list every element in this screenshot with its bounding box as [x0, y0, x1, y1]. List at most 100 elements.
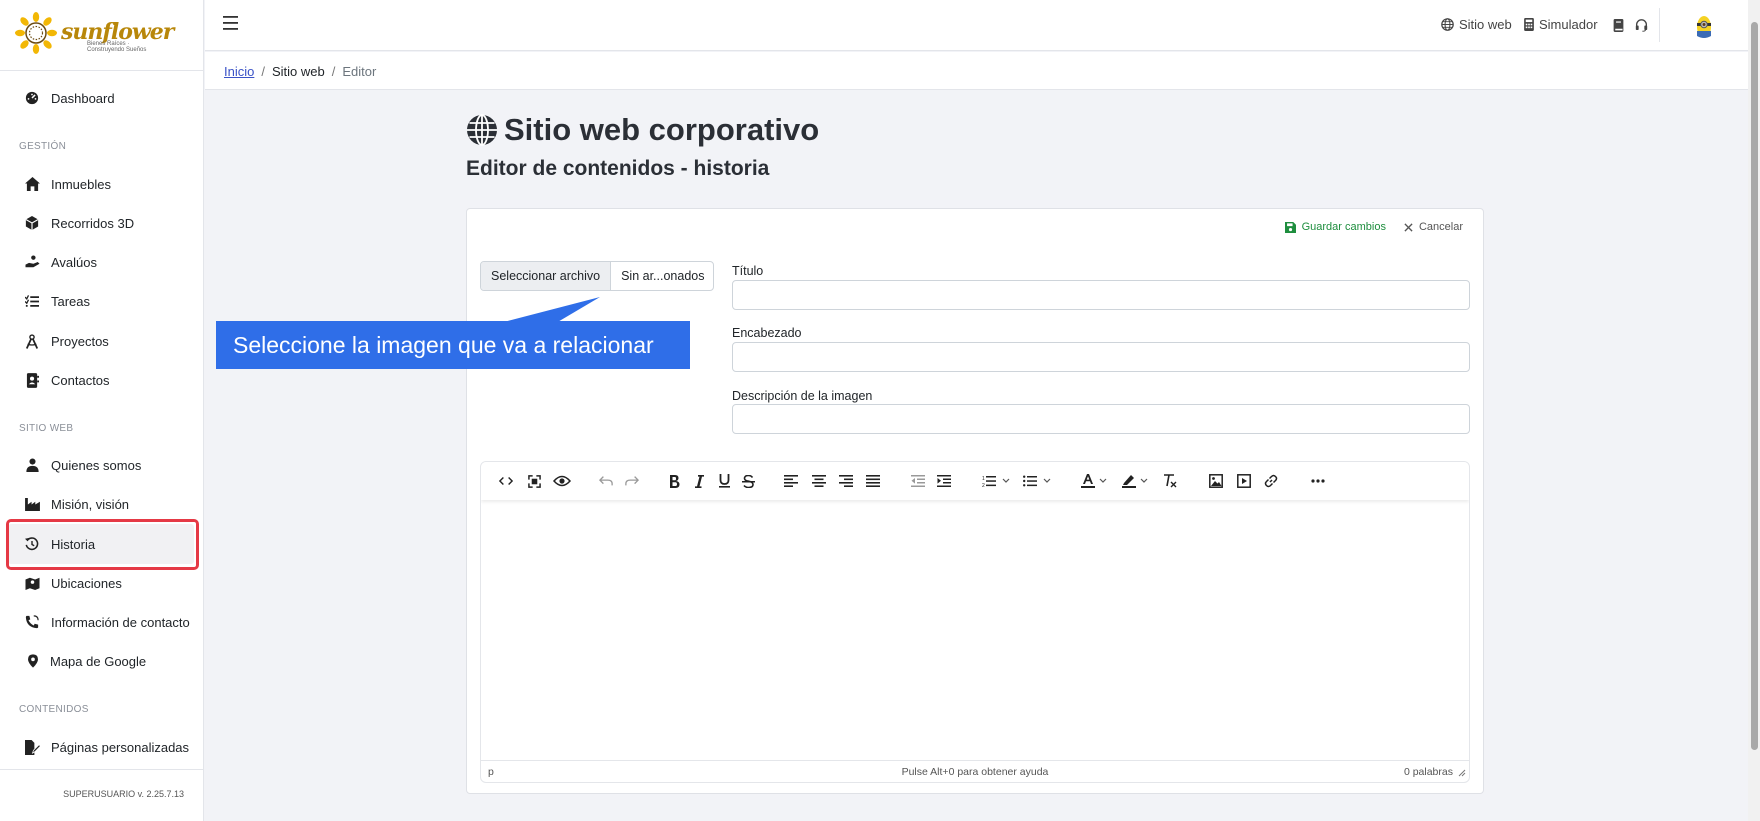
sidebar-item-informacion-contacto[interactable]: Información de contacto: [0, 606, 204, 638]
compass-drafting-icon: [23, 332, 41, 350]
sidebar-item-tareas[interactable]: Tareas: [0, 285, 204, 317]
page-subtitle: Editor de contenidos - historia: [466, 157, 770, 180]
numbered-list-icon[interactable]: 12: [981, 472, 1013, 490]
sidebar-item-paginas-personalizadas[interactable]: Páginas personalizadas: [0, 731, 204, 763]
card-actions: Guardar cambios Cancelar: [1284, 221, 1463, 233]
sidebar-item-mapa-google[interactable]: Mapa de Google: [0, 645, 204, 677]
media-icon[interactable]: [1236, 472, 1252, 490]
instruction-callout: Seleccione la imagen que va a relacionar: [216, 321, 690, 369]
align-center-icon[interactable]: [811, 472, 827, 490]
user-avatar[interactable]: [1693, 14, 1715, 40]
page-scrollbar[interactable]: [1748, 0, 1760, 821]
bold-icon[interactable]: [666, 472, 682, 490]
link-icon[interactable]: [1263, 472, 1279, 490]
text-color-icon[interactable]: [1080, 472, 1112, 490]
image-file-input[interactable]: Seleccionar archivo Sin ar...onados: [480, 261, 714, 291]
sidebar-item-label: Información de contacto: [51, 614, 190, 630]
align-left-icon[interactable]: [783, 472, 799, 490]
save-button-label: Guardar cambios: [1301, 221, 1386, 233]
fullscreen-icon[interactable]: [525, 472, 543, 490]
sidebar-item-label: Recorridos 3D: [51, 215, 135, 231]
align-justify-icon[interactable]: [865, 472, 881, 490]
indent-icon[interactable]: [936, 472, 952, 490]
encabezado-label: Encabezado: [732, 326, 802, 340]
svg-text:1: 1: [982, 476, 985, 482]
file-pen-icon: [23, 738, 41, 756]
italic-icon[interactable]: [692, 472, 706, 490]
sunflower-logo[interactable]: sunflower Bienes Raíces · Construyendo S…: [15, 12, 174, 54]
calculator-icon: [1524, 18, 1534, 31]
topbar: Sitio web Simulador: [205, 0, 1748, 51]
rich-text-editor: 12 p Pulse Alt+0 para obtener ayuda 0 pa…: [480, 461, 1470, 783]
home-icon: [23, 175, 41, 193]
cancel-button[interactable]: Cancelar: [1404, 221, 1463, 233]
preview-icon[interactable]: [551, 472, 573, 490]
breadcrumb-bar: Inicio / Sitio web / Editor: [205, 52, 1748, 90]
word-count[interactable]: 0 palabras: [1404, 766, 1453, 778]
redo-icon[interactable]: [624, 472, 640, 490]
bullet-list-icon[interactable]: [1022, 472, 1054, 490]
sidebar-item-ubicaciones[interactable]: Ubicaciones: [0, 567, 204, 599]
titulo-input[interactable]: [732, 280, 1470, 310]
sidebar-item-avaluos[interactable]: Avalúos: [0, 246, 204, 278]
sidebar-item-label: Avalúos: [51, 254, 98, 270]
outdent-icon[interactable]: [910, 472, 926, 490]
sidebar-item-recorridos-3d[interactable]: Recorridos 3D: [0, 207, 204, 239]
breadcrumb-home-link[interactable]: Inicio: [224, 64, 254, 79]
simulador-link-label: Simulador: [1539, 17, 1598, 32]
sidebar-item-label: Proyectos: [51, 333, 109, 349]
sidebar-item-label: Tareas: [51, 293, 91, 309]
headset-icon[interactable]: [1633, 17, 1649, 33]
breadcrumb-current: Editor: [342, 64, 377, 79]
titulo-label: Título: [732, 264, 764, 278]
select-file-button[interactable]: Seleccionar archivo: [481, 262, 612, 290]
image-icon[interactable]: [1208, 472, 1224, 490]
encabezado-input[interactable]: [732, 342, 1470, 372]
sidebar-item-mision-vision[interactable]: Misión, visión: [0, 488, 204, 520]
industry-icon: [23, 495, 41, 513]
page-title: Sitio web corporativo: [466, 112, 819, 148]
sidebar-item-label: Quienes somos: [51, 457, 142, 473]
sidebar-item-dashboard[interactable]: Dashboard: [0, 82, 204, 114]
globe-icon: [1441, 18, 1454, 31]
breadcrumb-section: Sitio web: [271, 64, 325, 79]
underline-icon[interactable]: [716, 472, 732, 490]
highlight-icon[interactable]: [1121, 472, 1153, 490]
sitio-web-link[interactable]: Sitio web: [1441, 17, 1512, 32]
descripcion-label: Descripción de la imagen: [732, 389, 873, 403]
sidebar-item-quienes-somos[interactable]: Quienes somos: [0, 449, 204, 481]
resize-handle-icon[interactable]: [1458, 768, 1466, 780]
undo-icon[interactable]: [598, 472, 614, 490]
map-pin-icon: [24, 652, 42, 670]
sidebar-item-label: Páginas personalizadas: [51, 739, 190, 755]
code-icon[interactable]: [497, 472, 515, 490]
strikethrough-icon[interactable]: [740, 472, 756, 490]
divider: [0, 769, 204, 770]
sidebar-item-label: Mapa de Google: [50, 653, 147, 669]
highlight-annotation-box: [6, 519, 199, 570]
close-icon: [1404, 222, 1413, 232]
simulador-link[interactable]: Simulador: [1524, 17, 1598, 32]
sidebar-item-inmuebles[interactable]: Inmuebles: [0, 168, 204, 200]
address-book-icon: [23, 371, 41, 389]
task-list-icon: [23, 292, 41, 310]
book-icon[interactable]: [1610, 17, 1626, 33]
scrollbar-thumb[interactable]: [1751, 22, 1758, 750]
sidebar-item-proyectos[interactable]: Proyectos: [0, 325, 204, 357]
breadcrumb-separator: /: [261, 64, 265, 79]
page-title-text: Sitio web corporativo: [504, 112, 820, 147]
editor-statusbar: p Pulse Alt+0 para obtener ayuda 0 palab…: [481, 760, 1469, 782]
clear-format-icon[interactable]: [1162, 472, 1178, 490]
sitio-web-link-label: Sitio web: [1459, 17, 1512, 32]
descripcion-input[interactable]: [732, 404, 1470, 434]
sunflower-logo-icon: [15, 12, 57, 54]
cube-icon: [23, 214, 41, 232]
section-heading-contenidos: CONTENIDOS: [19, 704, 89, 715]
more-icon[interactable]: [1309, 472, 1327, 490]
sidebar-item-contactos[interactable]: Contactos: [0, 364, 204, 396]
menu-toggle-icon[interactable]: [223, 16, 239, 34]
sidebar-item-label: Inmuebles: [51, 176, 111, 192]
hand-coin-icon: [23, 253, 41, 271]
save-button[interactable]: Guardar cambios: [1284, 221, 1386, 233]
align-right-icon[interactable]: [838, 472, 854, 490]
